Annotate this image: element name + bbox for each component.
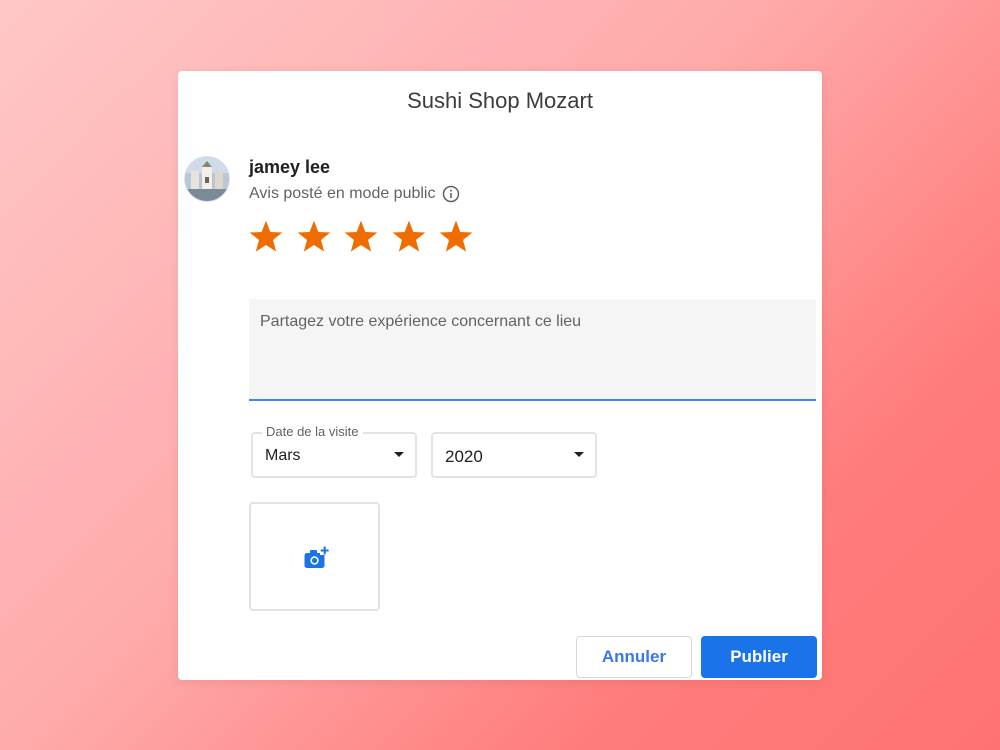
star-rating [246, 217, 484, 257]
add-photo-button[interactable] [249, 502, 380, 611]
publish-button[interactable]: Publier [701, 636, 817, 678]
visit-month-select[interactable]: Date de la visite Mars [251, 424, 417, 478]
visibility-note: Avis posté en mode public [249, 185, 460, 203]
dialog-title: Sushi Shop Mozart [407, 88, 593, 113]
visit-date-label: Date de la visite [262, 424, 363, 439]
star-icon[interactable] [341, 217, 381, 257]
star-icon[interactable] [294, 217, 334, 257]
user-name: jamey lee [249, 157, 331, 177]
visibility-note-text: Avis posté en mode public [249, 185, 436, 202]
dropdown-arrow-icon [574, 452, 584, 457]
visit-year-select[interactable]: 2020 [431, 432, 597, 478]
review-textarea[interactable] [249, 299, 816, 401]
star-icon[interactable] [436, 217, 476, 257]
visit-year-value: 2020 [445, 447, 483, 466]
add-photo-camera-icon [303, 546, 329, 570]
review-dialog: Sushi Shop Mozart jamey lee Avis posté e… [178, 71, 822, 680]
info-icon[interactable] [442, 185, 460, 203]
visit-month-value: Mars [265, 447, 301, 464]
star-icon[interactable] [246, 217, 286, 257]
cancel-button[interactable]: Annuler [576, 636, 692, 678]
dropdown-arrow-icon [394, 452, 404, 457]
star-icon[interactable] [389, 217, 429, 257]
user-avatar [184, 156, 230, 202]
